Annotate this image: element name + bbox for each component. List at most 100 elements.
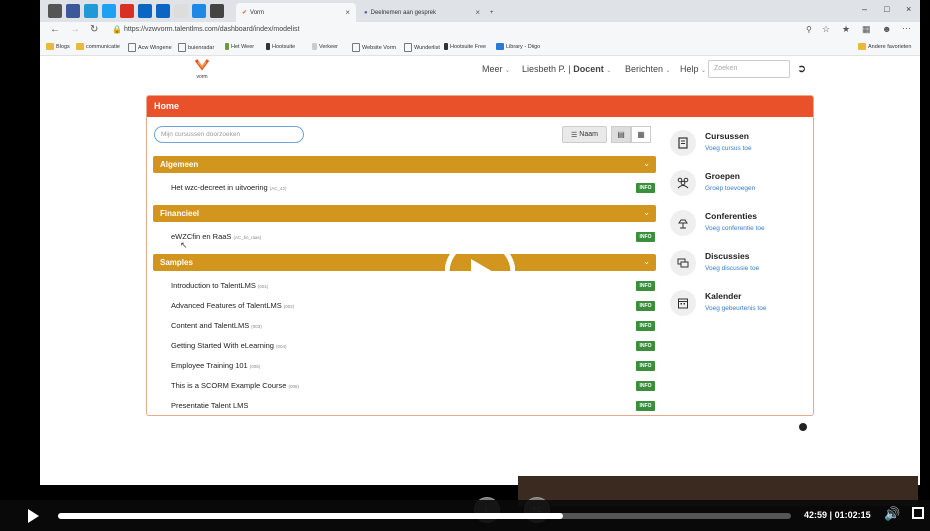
grid-view-button[interactable]: ▦ bbox=[631, 126, 651, 143]
calendar-icon[interactable] bbox=[670, 290, 696, 316]
back-icon[interactable]: ← bbox=[50, 24, 60, 35]
refresh-icon[interactable]: ↻ bbox=[90, 24, 98, 35]
group-icon[interactable] bbox=[670, 170, 696, 196]
info-badge[interactable]: INFO bbox=[636, 341, 655, 351]
bookmark-item[interactable]: Acw Wingene bbox=[128, 43, 172, 52]
info-badge[interactable]: INFO bbox=[636, 183, 655, 193]
browser-tab-bar: ✔ Vorm × ● Deelnemen aan gesprek × + – □… bbox=[40, 0, 920, 22]
category-financieel[interactable]: Financieel ⌄ bbox=[153, 205, 656, 222]
new-tab-button[interactable]: + bbox=[484, 3, 500, 22]
bookmark-item[interactable]: Library - Diigo bbox=[496, 43, 540, 50]
close-window-icon[interactable]: × bbox=[906, 4, 911, 14]
sidebar-title[interactable]: Discussies bbox=[705, 251, 749, 261]
pinned-tab-icon[interactable] bbox=[66, 4, 80, 18]
fullscreen-icon[interactable] bbox=[912, 507, 924, 519]
course-item[interactable]: Advanced Features of TalentLMS (002) bbox=[171, 301, 294, 310]
pinned-tab-icon[interactable] bbox=[192, 4, 206, 18]
nav-meer[interactable]: Meer ⌄ bbox=[482, 64, 510, 74]
info-badge[interactable]: INFO bbox=[636, 281, 655, 291]
course-item[interactable]: Getting Started With eLearning (004) bbox=[171, 341, 287, 350]
info-badge[interactable]: INFO bbox=[636, 361, 655, 371]
course-item[interactable]: This is a SCORM Example Course (006) bbox=[171, 381, 299, 390]
play-icon[interactable] bbox=[28, 509, 39, 523]
favorite-star-icon[interactable]: ☆ bbox=[822, 24, 830, 35]
close-tab-icon[interactable]: × bbox=[345, 8, 350, 17]
conference-icon[interactable] bbox=[670, 210, 696, 236]
bookmark-item[interactable]: Het Weer bbox=[225, 43, 254, 50]
progress-slider[interactable] bbox=[58, 513, 791, 519]
category-samples[interactable]: Samples ⌄ bbox=[153, 254, 656, 271]
book-icon[interactable] bbox=[670, 130, 696, 156]
chevron-down-icon: ⌄ bbox=[701, 68, 707, 74]
info-badge[interactable]: INFO bbox=[636, 401, 655, 411]
bookmark-item[interactable]: buienradar bbox=[178, 43, 214, 52]
nav-help[interactable]: Help ⌄ bbox=[680, 64, 706, 74]
video-play-overlay-icon[interactable] bbox=[445, 243, 515, 313]
bookmark-item[interactable]: Andere favorieten bbox=[858, 43, 911, 50]
bookmark-item[interactable]: Verkeer bbox=[312, 43, 338, 50]
linkedin-icon[interactable] bbox=[138, 4, 152, 18]
favorites-icon[interactable]: ★ bbox=[842, 24, 850, 35]
sidebar-link[interactable]: Voeg gebeurtenis toe bbox=[705, 305, 766, 312]
page-icon bbox=[178, 43, 186, 52]
volume-icon[interactable]: 🔊 bbox=[884, 506, 900, 522]
course-item[interactable]: Content and TalentLMS (003) bbox=[171, 321, 262, 330]
collections-icon[interactable]: ▦ bbox=[862, 24, 871, 35]
pinned-tab-icon[interactable] bbox=[48, 4, 62, 18]
vorm-logo[interactable]: vorm bbox=[190, 58, 214, 80]
close-tab-icon[interactable]: × bbox=[475, 8, 480, 17]
tab-deelnemen[interactable]: ● Deelnemen aan gesprek × bbox=[358, 3, 486, 22]
info-badge[interactable]: INFO bbox=[636, 232, 655, 242]
list-icon: ▤ bbox=[617, 130, 625, 139]
sidebar-title[interactable]: Conferenties bbox=[705, 211, 757, 221]
sidebar-title[interactable]: Groepen bbox=[705, 171, 740, 181]
course-item[interactable]: Introduction to TalentLMS (001) bbox=[171, 281, 268, 290]
pinned-tab-icon[interactable] bbox=[210, 4, 224, 18]
discussion-icon[interactable] bbox=[670, 250, 696, 276]
sidebar-link[interactable]: Voeg discussie toe bbox=[705, 265, 759, 272]
pinned-tab-icon[interactable] bbox=[120, 4, 134, 18]
sidebar-link[interactable]: Voeg conferentie toe bbox=[705, 225, 765, 232]
course-item[interactable]: Het wzc-decreet in uitvoering (AC_42) bbox=[171, 183, 286, 192]
info-badge[interactable]: INFO bbox=[636, 301, 655, 311]
category-algemeen[interactable]: Algemeen ⌄ bbox=[153, 156, 656, 173]
more-icon[interactable]: ⋯ bbox=[902, 23, 911, 34]
panel-title: Home bbox=[154, 101, 180, 111]
info-badge[interactable]: INFO bbox=[636, 321, 655, 331]
forward-icon[interactable]: → bbox=[70, 24, 80, 35]
twitter-icon[interactable] bbox=[102, 4, 116, 18]
sidebar-title[interactable]: Cursussen bbox=[705, 131, 749, 141]
sidebar-link[interactable]: Groep toevoegen bbox=[705, 185, 755, 192]
sort-name-button[interactable]: ☰ Naam bbox=[562, 126, 607, 143]
pinned-tab-icon[interactable] bbox=[174, 4, 188, 18]
course-item[interactable]: Employee Training 101 (005) bbox=[171, 361, 260, 370]
profile-icon[interactable]: ☻ bbox=[882, 24, 891, 34]
linkedin-icon[interactable] bbox=[156, 4, 170, 18]
progress-fill bbox=[58, 513, 564, 519]
bookmark-item[interactable]: Hootsuite bbox=[266, 43, 295, 50]
bookmark-item[interactable]: Hootsuite Free bbox=[444, 43, 486, 50]
course-search-input[interactable]: Mijn cursussen doorzoeken bbox=[154, 126, 304, 143]
sidebar-link[interactable]: Voeg cursus toe bbox=[705, 145, 752, 152]
help-dot-icon[interactable] bbox=[799, 423, 807, 431]
pinned-tab-icon[interactable] bbox=[84, 4, 98, 18]
tab-vorm[interactable]: ✔ Vorm × bbox=[236, 3, 356, 22]
bookmark-item[interactable]: Website Vorm bbox=[352, 43, 396, 52]
bookmark-item[interactable]: Wunderlist bbox=[404, 43, 440, 52]
bookmark-item[interactable]: communicatie bbox=[76, 43, 120, 50]
sidebar-title[interactable]: Kalender bbox=[705, 291, 741, 301]
maximize-icon[interactable]: □ bbox=[884, 4, 889, 14]
zoom-icon[interactable]: ⚲ bbox=[806, 25, 812, 34]
list-view-button[interactable]: ▤ bbox=[611, 126, 631, 143]
traffic-icon bbox=[312, 43, 317, 50]
info-badge[interactable]: INFO bbox=[636, 381, 655, 391]
nav-berichten[interactable]: Berichten ⌄ bbox=[625, 64, 671, 74]
minimize-icon[interactable]: – bbox=[862, 4, 867, 14]
url-field[interactable]: https://vzwvorm.talentlms.com/dashboard/… bbox=[124, 26, 299, 33]
nav-user[interactable]: Liesbeth P. | Docent ⌄ bbox=[522, 64, 611, 74]
course-item[interactable]: Presentatie Talent LMS bbox=[171, 401, 248, 410]
logout-icon[interactable]: ➲ bbox=[797, 62, 806, 75]
bookmark-item[interactable]: Blogs bbox=[46, 43, 70, 50]
header-search-input[interactable]: Zoeken bbox=[708, 60, 790, 78]
hootsuite-icon bbox=[266, 43, 270, 50]
